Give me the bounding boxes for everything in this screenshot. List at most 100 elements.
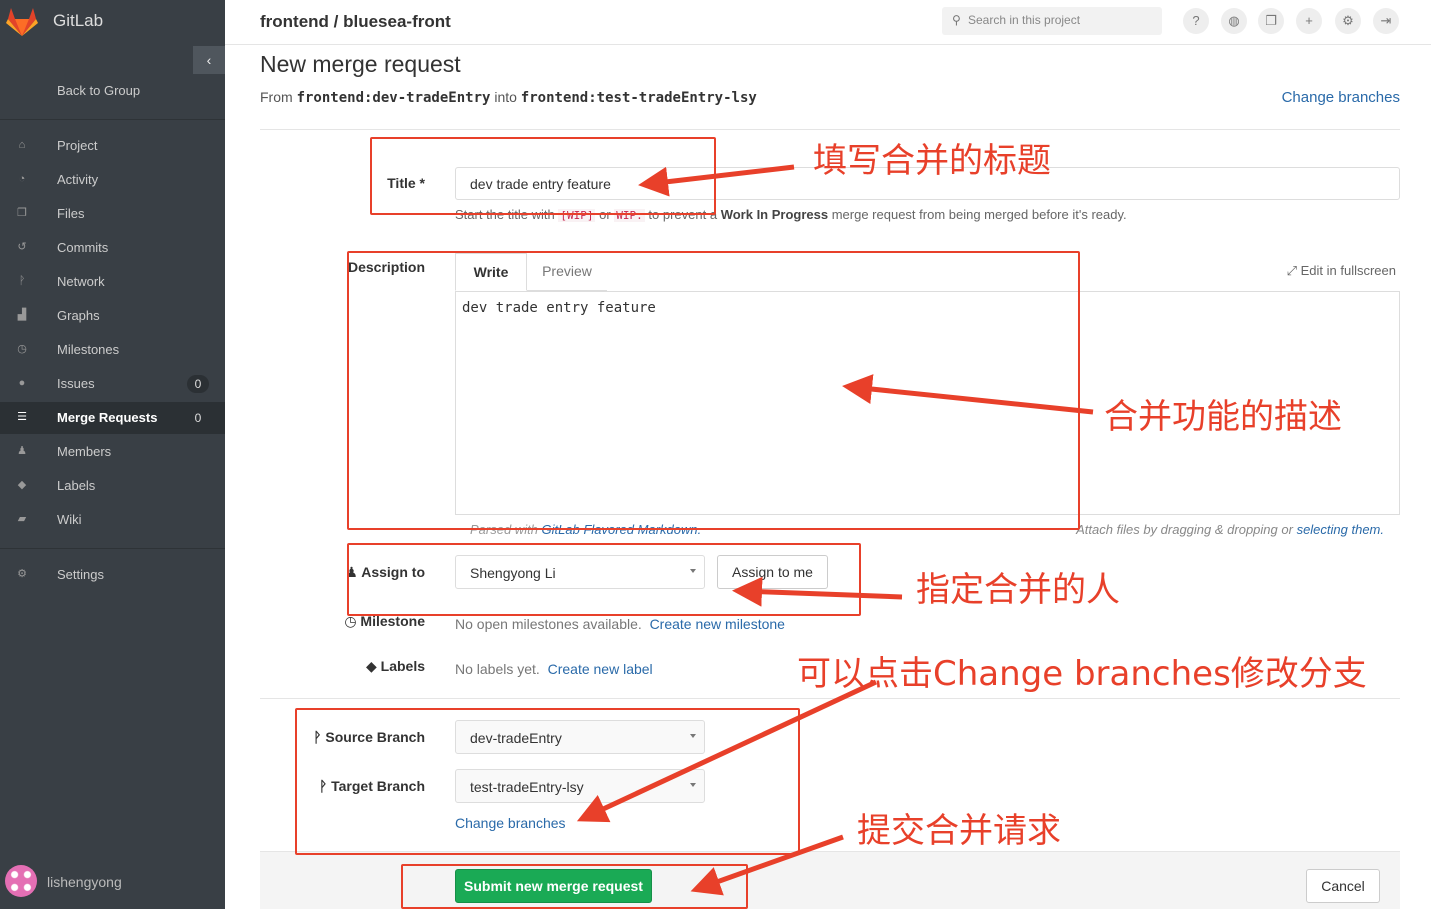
sidebar-item-label: Labels	[57, 478, 96, 493]
sidebar-item-label: Settings	[57, 567, 104, 582]
sidebar-item-label: Files	[57, 206, 85, 221]
sidebar-item-label: Members	[57, 444, 112, 459]
history-icon: ↺	[17, 241, 27, 253]
page-title: New merge request	[260, 51, 461, 77]
no-labels-text: No labels yet.	[455, 661, 540, 677]
gitlab-logo-icon	[6, 8, 38, 36]
hint-text: merge request from being merged before i…	[831, 207, 1127, 222]
attach-hint: Attach files by dragging & dropping or s…	[1076, 522, 1384, 537]
sidebar-divider	[0, 548, 225, 549]
list-icon: ☰	[17, 411, 27, 423]
sidebar-item-wiki[interactable]: ▰ Wiki	[0, 504, 225, 536]
sidebar-item-label: Wiki	[57, 512, 82, 527]
sidebar-item-merge-requests[interactable]: ☰ Merge Requests 0	[0, 402, 225, 434]
annotation-box-submit	[401, 864, 748, 909]
expand-icon: ⤢	[1286, 263, 1297, 278]
edit-fullscreen-link[interactable]: ⤢ Edit in fullscreen	[1287, 263, 1396, 279]
branch-icon: ᚹ	[18, 275, 26, 287]
gear-icon: ⚙	[17, 568, 27, 580]
tag-icon: ◆	[365, 658, 377, 674]
sidebar-item-label: Graphs	[57, 308, 100, 323]
cancel-button[interactable]: Cancel	[1306, 869, 1380, 903]
sidebar-item-label: Network	[57, 274, 105, 289]
annotation-box-assign	[347, 543, 861, 616]
app-name: GitLab	[53, 11, 104, 30]
chevron-left-icon: ‹	[206, 52, 212, 68]
search-icon: ⚲	[952, 13, 961, 27]
annotation-box-branches	[295, 708, 800, 855]
plus-icon[interactable]: +	[1296, 8, 1322, 34]
annotation-description-note: 合并功能的描述	[1104, 397, 1342, 437]
annotation-box-title	[370, 137, 716, 215]
sign-out-icon[interactable]: ⇥	[1373, 8, 1399, 34]
branch-summary: From frontend:dev-tradeEntry into fronte…	[260, 89, 757, 106]
hint-bold: Work In Progress	[720, 207, 829, 222]
sidebar-item-members[interactable]: ♟ Members	[0, 436, 225, 468]
logo-row[interactable]: GitLab	[0, 0, 225, 44]
files-icon: ❐	[17, 207, 27, 219]
globe-icon[interactable]: ◍	[1221, 8, 1247, 34]
no-milestones-text: No open milestones available.	[455, 616, 642, 632]
copy-icon[interactable]: ❐	[1258, 8, 1284, 34]
sidebar-item-settings[interactable]: ⚙ Settings	[0, 559, 225, 591]
sidebar-item-label: Issues	[57, 376, 95, 391]
annotation-title-note: 填写合并的标题	[813, 141, 1051, 181]
back-to-group-link[interactable]: Back to Group	[57, 83, 140, 98]
sidebar-item-label: Milestones	[57, 342, 120, 357]
change-branches-link[interactable]: Change branches	[1282, 89, 1400, 106]
sidebar: GitLab ‹ Back to Group ⌂ Project ◔ Activit…	[0, 0, 225, 909]
sidebar-item-commits[interactable]: ↺ Commits	[0, 232, 225, 264]
target-ref: frontend:test-tradeEntry-lsy	[520, 90, 757, 106]
users-icon: ♟	[17, 445, 27, 457]
source-ref: frontend:dev-tradeEntry	[296, 90, 491, 106]
sidebar-item-activity[interactable]: ◔ Activity	[0, 164, 225, 196]
hint-text: Attach files by dragging & dropping or	[1076, 522, 1293, 537]
from-prefix: From	[260, 89, 293, 105]
help-icon[interactable]: ?	[1183, 8, 1209, 34]
collapse-sidebar-button[interactable]: ‹	[193, 46, 225, 74]
exclamation-icon: ●	[18, 377, 26, 389]
issues-count-badge: 0	[187, 375, 209, 393]
sidebar-item-label: Project	[57, 138, 98, 153]
sidebar-item-labels[interactable]: ◆ Labels	[0, 470, 225, 502]
sidebar-item-label: Activity	[57, 172, 99, 187]
tags-icon: ◆	[17, 479, 27, 491]
create-milestone-link[interactable]: Create new milestone	[650, 616, 785, 632]
home-icon: ⌂	[18, 139, 26, 151]
area-chart-icon: ▟	[17, 309, 27, 321]
project-title[interactable]: frontend / bluesea-front	[260, 12, 451, 32]
sidebar-item-files[interactable]: ❐ Files	[0, 198, 225, 230]
merge-requests-count-badge: 0	[194, 411, 202, 425]
top-header: frontend / bluesea-front ⚲ Search in thi…	[225, 0, 1431, 45]
sidebar-item-milestones[interactable]: ◷ Milestones	[0, 334, 225, 366]
sidebar-divider	[0, 119, 225, 120]
sidebar-item-network[interactable]: ᚹ Network	[0, 266, 225, 298]
dashboard-icon: ◔	[18, 173, 26, 185]
select-files-link[interactable]: selecting them.	[1297, 522, 1384, 537]
into-word: into	[494, 89, 517, 105]
annotation-branches-note: 可以点击Change branches修改分支	[797, 654, 1367, 694]
sidebar-item-label: Merge Requests	[57, 410, 158, 425]
avatar	[5, 865, 37, 897]
annotation-box-description	[347, 251, 1080, 530]
divider	[260, 129, 1400, 130]
search-input[interactable]: ⚲ Search in this project	[942, 7, 1162, 35]
annotation-submit-note: 提交合并请求	[857, 811, 1061, 851]
milestone-info: No open milestones available. Create new…	[455, 616, 785, 632]
divider	[260, 698, 1400, 699]
book-icon: ▰	[17, 513, 27, 525]
search-placeholder: Search in this project	[968, 13, 1081, 27]
create-label-link[interactable]: Create new label	[548, 661, 653, 677]
sidebar-item-issues[interactable]: ● Issues 0	[0, 368, 225, 400]
username: lishengyong	[47, 874, 122, 890]
edit-fullscreen-label: Edit in fullscreen	[1300, 263, 1396, 278]
labels-label: ◆ Labels	[260, 658, 425, 675]
clock-icon: ◷	[17, 343, 27, 355]
current-user[interactable]: lishengyong	[0, 860, 225, 904]
sidebar-item-project[interactable]: ⌂ Project	[0, 130, 225, 162]
sidebar-item-graphs[interactable]: ▟ Graphs	[0, 300, 225, 332]
annotation-assign-note: 指定合并的人	[916, 570, 1120, 610]
sidebar-item-label: Commits	[57, 240, 109, 255]
labels-info: No labels yet. Create new label	[455, 661, 653, 677]
gear-icon[interactable]: ⚙	[1335, 8, 1361, 34]
